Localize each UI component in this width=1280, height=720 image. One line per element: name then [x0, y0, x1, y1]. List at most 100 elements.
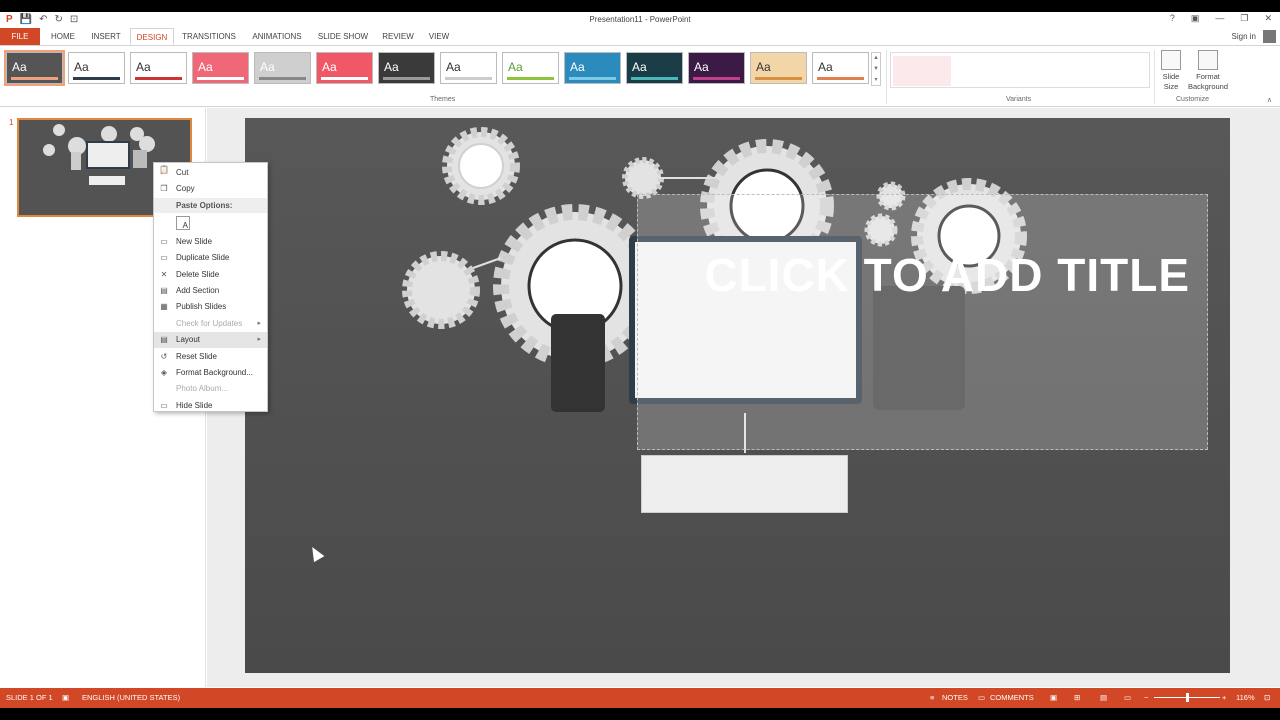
menu-item-format-background[interactable]: ◈ Format Background... [154, 365, 267, 381]
theme-thumbnail[interactable]: Aa [316, 52, 373, 84]
menu-item-new-slide[interactable]: ▭ New Slide [154, 234, 267, 250]
layout-icon: ▤ [160, 335, 168, 345]
menu-item-delete-slide[interactable]: ✕ Delete Slide [154, 267, 267, 283]
paste-keep-text-only-button[interactable]: A [176, 215, 190, 230]
menu-item-hide-slide[interactable]: ▭ Hide Slide [154, 398, 267, 414]
theme-thumbnail[interactable]: Aa [626, 52, 683, 84]
spelling-icon[interactable]: ▣ [62, 693, 69, 702]
theme-thumbnail[interactable]: Aa [4, 50, 65, 86]
reading-view-icon[interactable]: ▤ [1100, 693, 1107, 702]
theme-color-bar [569, 77, 616, 80]
delete-slide-icon: ✕ [160, 269, 168, 279]
theme-sample-text: Aa [74, 60, 89, 74]
theme-color-bar [11, 77, 58, 80]
zoom-level[interactable]: 116% [1236, 693, 1255, 702]
theme-sample-text: Aa [508, 60, 523, 74]
tab-file[interactable]: FILE [0, 28, 40, 45]
menu-item-label: Layout [176, 335, 201, 345]
theme-sample-text: Aa [384, 60, 399, 74]
slide-canvas[interactable]: CLICK TO ADD TITLE [245, 118, 1230, 673]
slide-size-button[interactable]: Slide Size [1158, 50, 1184, 92]
tab-animations[interactable]: ANIMATIONS [246, 28, 308, 45]
variants-gallery [890, 52, 1150, 88]
normal-view-icon[interactable]: ▣ [1050, 693, 1057, 702]
slide-show-icon[interactable]: ▭ [1124, 693, 1131, 702]
close-button[interactable]: ✕ [1264, 13, 1272, 24]
help-button[interactable]: ? [1170, 13, 1175, 24]
reset-slide-icon: ↺ [160, 351, 168, 361]
menu-item-copy[interactable]: ❐ Copy [154, 181, 267, 197]
avatar[interactable] [1263, 30, 1276, 43]
theme-color-bar [321, 77, 368, 80]
theme-thumbnail[interactable]: Aa [688, 52, 745, 84]
theme-thumbnail[interactable]: Aa [378, 52, 435, 84]
theme-thumbnail[interactable]: Aa [564, 52, 621, 84]
format-background-icon [1198, 50, 1218, 70]
tab-insert[interactable]: INSERT [86, 28, 126, 45]
menu-item-label: New Slide [176, 236, 213, 246]
notes-button[interactable]: NOTES [942, 693, 968, 702]
powerpoint-window: P 💾 ↶ ↻ ⊡ Presentation11 - PowerPoint ? … [0, 12, 1280, 708]
fit-slide-icon[interactable]: ⊡ [1264, 693, 1270, 702]
slide-editing-area: CLICK TO ADD TITLE [207, 108, 1280, 687]
copy-icon: ❐ [160, 184, 168, 194]
menu-item-cut[interactable]: ✂ Cut [154, 165, 267, 181]
menu-item-reset-slide[interactable]: ↺ Reset Slide [154, 349, 267, 365]
restore-button[interactable]: ❐ [1240, 13, 1248, 24]
variant-thumb[interactable] [893, 56, 951, 86]
menu-item-layout[interactable]: ▤ Layout ▸ [154, 332, 267, 349]
ribbon-tabs: FILE HOME INSERT DESIGN TRANSITIONS ANIM… [0, 28, 1280, 45]
theme-sample-text: Aa [198, 60, 213, 74]
status-bar: SLIDE 1 OF 1 ▣ ENGLISH (UNITED STATES) ≡… [0, 688, 1280, 708]
theme-color-bar [631, 77, 678, 80]
zoom-in-button[interactable]: + [1222, 693, 1226, 702]
theme-thumbnail[interactable]: Aa [130, 52, 187, 84]
tab-review[interactable]: REVIEW [378, 28, 418, 45]
menu-item-label: Copy [176, 184, 195, 194]
theme-color-bar [197, 77, 244, 80]
slide-title[interactable]: CLICK TO ADD TITLE [704, 248, 1190, 302]
minimize-button[interactable]: — [1215, 13, 1224, 24]
menu-item-label: Photo Album... [176, 384, 229, 394]
theme-thumbnail[interactable]: Aa [502, 52, 559, 84]
tab-design[interactable]: DESIGN [130, 28, 174, 45]
design-ribbon: Aa Aa Aa Aa Aa Aa Aa Aa Aa Aa Aa Aa Aa Aa ▲ ▼ ▾ Themes … [0, 45, 1280, 107]
themes-gallery-scroll[interactable]: ▲ ▼ ▾ [871, 52, 881, 86]
theme-thumbnail[interactable]: Aa [68, 52, 125, 84]
theme-thumbnail[interactable]: Aa [812, 52, 869, 84]
hide-slide-icon: ▭ [160, 400, 168, 410]
context-menu: ✂ Cut ❐ Copy Paste Options: 📋 A ▭ New Slide ▭ Dupl… [153, 162, 268, 412]
theme-color-bar [383, 77, 430, 80]
clipboard-icon: 📋 [159, 165, 169, 174]
ribbon-display-button[interactable]: ▣ [1191, 13, 1200, 24]
title-placeholder[interactable] [637, 194, 1208, 450]
zoom-out-button[interactable]: − [1144, 693, 1148, 702]
tab-slide-show[interactable]: SLIDE SHOW [314, 28, 372, 45]
menu-item-publish-slides[interactable]: ▦ Publish Slides [154, 299, 267, 315]
menu-item-duplicate-slide[interactable]: ▭ Duplicate Slide [154, 250, 267, 266]
keyboard-illustration [641, 455, 848, 513]
duplicate-slide-icon: ▭ [160, 253, 168, 263]
theme-sample-text: Aa [756, 60, 771, 74]
tab-view[interactable]: VIEW [422, 28, 456, 45]
theme-color-bar [73, 77, 120, 80]
theme-thumbnail[interactable]: Aa [192, 52, 249, 84]
theme-thumbnail[interactable]: Aa [254, 52, 311, 84]
zoom-slider-thumb[interactable] [1186, 693, 1189, 702]
slide-sorter-icon[interactable]: ⊞ [1074, 693, 1080, 702]
language-indicator[interactable]: ENGLISH (UNITED STATES) [82, 693, 180, 702]
theme-thumbnail[interactable]: Aa [440, 52, 497, 84]
comments-button[interactable]: COMMENTS [990, 693, 1034, 702]
menu-item-add-section[interactable]: ▤ Add Section [154, 283, 267, 299]
theme-thumbnail[interactable]: Aa [750, 52, 807, 84]
format-background-button[interactable]: Format Background [1186, 50, 1230, 92]
submenu-arrow-icon: ▸ [257, 336, 261, 344]
menu-item-label: Format Background... [176, 368, 253, 377]
tab-transitions[interactable]: TRANSITIONS [178, 28, 240, 45]
slide-number: 1 [9, 118, 14, 127]
theme-sample-text: Aa [694, 60, 709, 74]
slide-size-icon [1161, 50, 1181, 70]
collapse-ribbon-icon[interactable]: ∧ [1267, 96, 1272, 104]
sign-in-link[interactable]: Sign in [1232, 32, 1256, 41]
tab-home[interactable]: HOME [44, 28, 82, 45]
